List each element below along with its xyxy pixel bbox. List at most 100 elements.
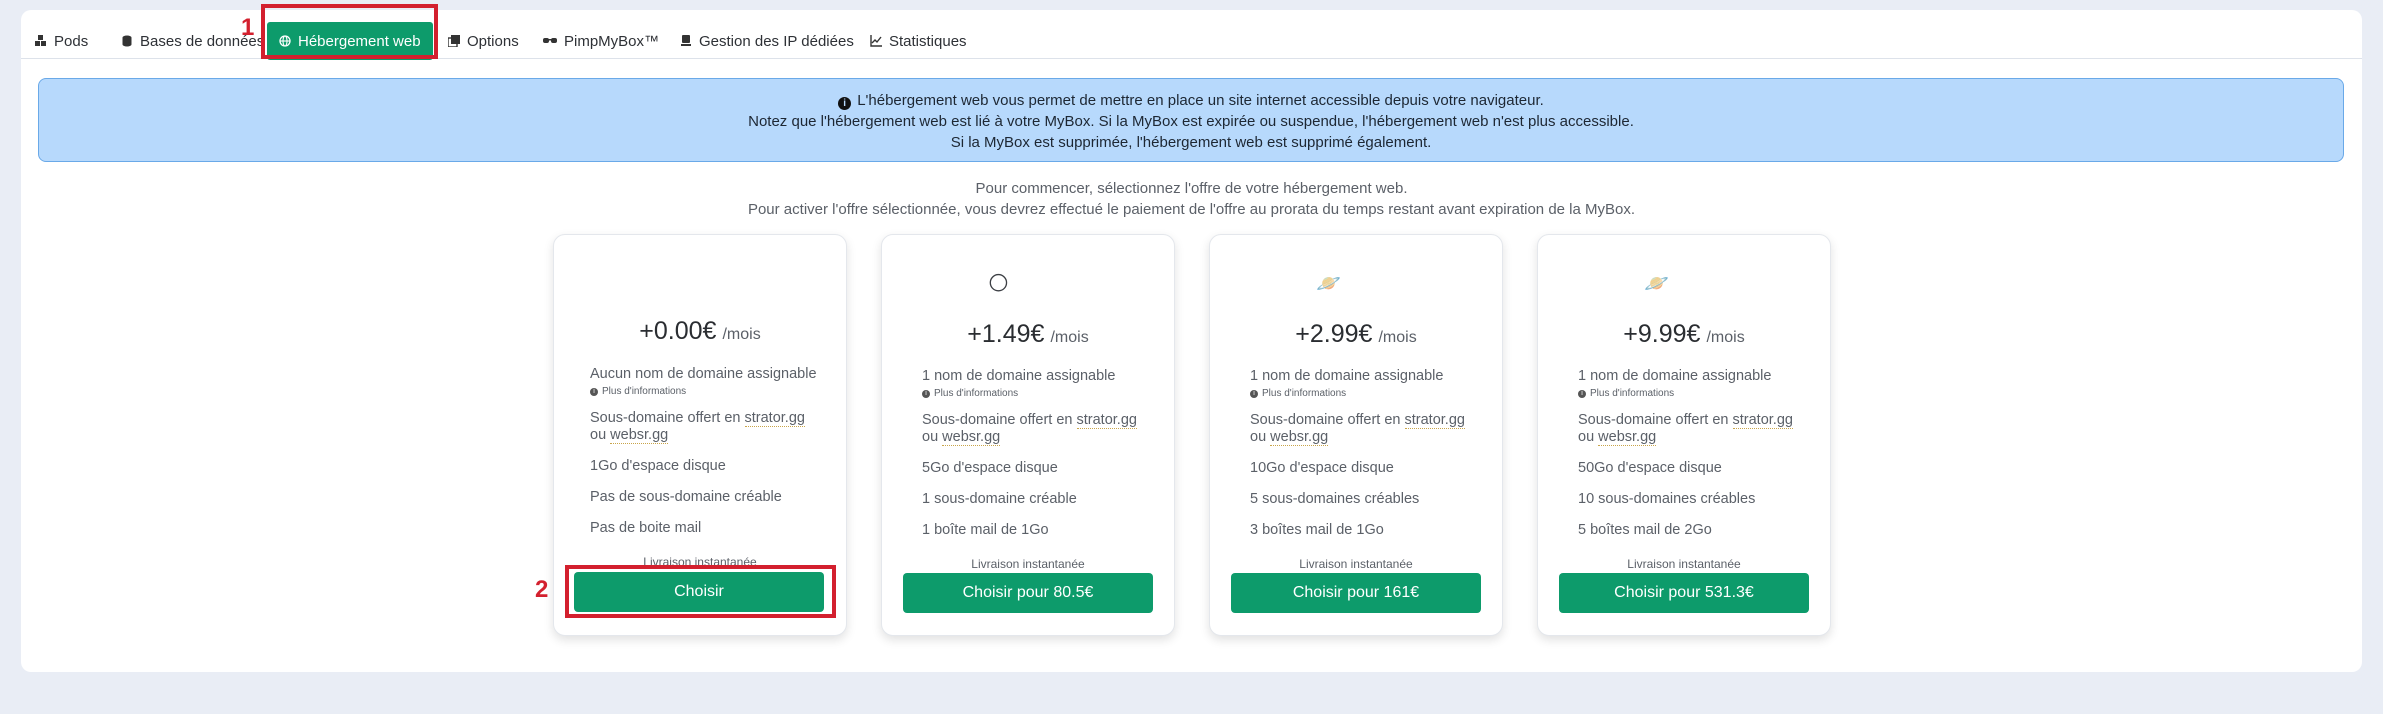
subdomain-websr: websr.gg — [1598, 429, 1657, 446]
info-line-3: Si la MyBox est supprimée, l'hébergement… — [950, 134, 1432, 151]
subdomain-strator: strator.gg — [1404, 412, 1465, 429]
annotation-number-2: 2 — [535, 576, 549, 603]
subdomain-text: Sous-domaine offert en — [590, 410, 745, 426]
feature-subdomain-offer: Sous-domaine offert en strator.gg ou webs… — [1250, 412, 1490, 446]
price-amount: +9.99€ — [1623, 320, 1701, 348]
info-icon: i — [838, 97, 852, 110]
feature-mail: Pas de boite mail — [590, 520, 702, 536]
price-period: /mois — [722, 326, 761, 343]
price-amount: +0.00€ — [639, 317, 717, 345]
tab-statistiques-label: Statistiques — [889, 32, 967, 50]
info-line-2: Notez que l'hébergement web est lié à vo… — [748, 113, 1634, 130]
choose-button[interactable]: Choisir pour 531.3€ — [1559, 573, 1809, 613]
feature-disk: 50Go d'espace disque — [1578, 460, 1722, 476]
more-info-label: Plus d'informations — [934, 388, 1019, 399]
feature-subdomain-offer: Sous-domaine offert en strator.gg ou webs… — [922, 412, 1162, 446]
options-icon — [448, 35, 460, 47]
plan-card-galaxy: 🪐 +9.99€ /mois 1 nom de domaine assignabl… — [1537, 234, 1831, 636]
tab-gestion-ip-label: Gestion des IP dédiées — [699, 32, 854, 50]
price-period: /mois — [1050, 329, 1089, 346]
plan-price: +0.00€ /mois — [554, 317, 846, 346]
chart-icon — [870, 35, 882, 47]
livraison-text: Livraison instantanée — [971, 557, 1085, 571]
choose-button[interactable]: Choisir pour 161€ — [1231, 573, 1481, 613]
subdomain-text: Sous-domaine offert en — [1578, 412, 1733, 428]
database-icon — [122, 35, 132, 47]
plan-card-planet: 🪐 +2.99€ /mois 1 nom de domaine assignabl… — [1209, 234, 1503, 636]
more-info-link[interactable]: i Plus d'informations — [1250, 388, 1490, 399]
info-icon: i — [1578, 389, 1586, 398]
planet-icon: 🪐 — [1316, 273, 1341, 295]
more-info-label: Plus d'informations — [1262, 388, 1347, 399]
choose-button[interactable]: Choisir pour 80.5€ — [903, 573, 1153, 613]
price-period: /mois — [1378, 329, 1417, 346]
ringed-planet-icon: 🪐 — [1644, 273, 1669, 295]
plan-features: 1 nom de domaine assignable i Plus d'info… — [1250, 368, 1490, 539]
plan-card-moon: 🌕 +1.49€ /mois 1 nom de domaine assignabl… — [881, 234, 1175, 636]
more-info-link[interactable]: i Plus d'informations — [922, 388, 1162, 399]
info-icon: i — [1250, 389, 1258, 398]
feature-disk: 10Go d'espace disque — [1250, 460, 1394, 476]
subdomain-strator: strator.gg — [1732, 412, 1793, 429]
plan-features: Aucun nom de domaine assignable i Plus d'… — [590, 366, 830, 537]
price-amount: +2.99€ — [1295, 320, 1373, 348]
pods-icon — [35, 35, 46, 46]
tab-pods[interactable]: Pods — [35, 23, 88, 59]
plan-features: 1 nom de domaine assignable i Plus d'info… — [922, 368, 1162, 539]
tab-pods-label: Pods — [54, 32, 89, 50]
plan-features: 1 nom de domaine assignable i Plus d'info… — [1578, 368, 1818, 539]
subdomain-text: Sous-domaine offert en — [922, 412, 1077, 428]
annotation-box-1 — [261, 4, 438, 59]
info-icon: i — [590, 387, 598, 396]
feature-domain: Aucun nom de domaine assignable — [590, 366, 817, 382]
subdomain-or: ou — [1578, 429, 1599, 445]
subdomain-strator: strator.gg — [744, 410, 805, 427]
more-info-link[interactable]: i Plus d'informations — [590, 386, 830, 397]
livraison-text: Livraison instantanée — [1299, 557, 1413, 571]
subdomain-websr: websr.gg — [942, 429, 1001, 446]
annotation-box-2 — [565, 565, 836, 618]
feature-subdomains: 5 sous-domaines créables — [1250, 491, 1420, 507]
feature-disk: 1Go d'espace disque — [590, 458, 726, 474]
more-info-link[interactable]: i Plus d'informations — [1578, 388, 1818, 399]
feature-domain: 1 nom de domaine assignable — [922, 368, 1116, 384]
subdomain-or: ou — [922, 429, 943, 445]
moon-icon: 🌕 — [988, 273, 1009, 295]
subdomain-strator: strator.gg — [1076, 412, 1137, 429]
feature-mail: 3 boîtes mail de 1Go — [1250, 522, 1384, 538]
feature-subdomain-offer: Sous-domaine offert en strator.gg ou webs… — [590, 410, 830, 444]
feature-mail: 1 boîte mail de 1Go — [922, 522, 1049, 538]
feature-mail: 5 boîtes mail de 2Go — [1578, 522, 1712, 538]
plan-price: +1.49€ /mois — [882, 320, 1174, 349]
info-banner: i L'hébergement web vous permet de mettre… — [38, 78, 2344, 162]
tab-options[interactable]: Options — [448, 23, 519, 59]
subdomain-or: ou — [590, 427, 611, 443]
tab-options-label: Options — [467, 32, 519, 50]
feature-subdomains: 1 sous-domaine créable — [922, 491, 1077, 507]
feature-subdomains: 10 sous-domaines créables — [1578, 491, 1756, 507]
tab-gestion-ip[interactable]: Gestion des IP dédiées — [680, 23, 854, 59]
livraison-text: Livraison instantanée — [1627, 557, 1741, 571]
feature-disk: 5Go d'espace disque — [922, 460, 1058, 476]
feature-subdomains: Pas de sous-domaine créable — [590, 489, 782, 505]
glasses-icon — [543, 38, 557, 43]
intro-line-2: Pour activer l'offre sélectionnée, vous … — [747, 201, 1636, 218]
price-period: /mois — [1706, 329, 1745, 346]
info-line-1: i L'hébergement web vous permet de mettre… — [39, 90, 2343, 111]
subdomain-websr: websr.gg — [610, 427, 669, 444]
tab-pimpmybox[interactable]: PimpMyBox™ — [543, 23, 659, 59]
feature-domain: 1 nom de domaine assignable — [1250, 368, 1444, 384]
subdomain-websr: websr.gg — [1270, 429, 1329, 446]
more-info-label: Plus d'informations — [1590, 388, 1675, 399]
info-icon: i — [922, 389, 930, 398]
intro-line-1: Pour commencer, sélectionnez l'offre de … — [975, 180, 1408, 197]
price-amount: +1.49€ — [967, 320, 1045, 348]
more-info-label: Plus d'informations — [602, 386, 687, 397]
feature-subdomain-offer: Sous-domaine offert en strator.gg ou webs… — [1578, 412, 1818, 446]
info-line-1-text: L'hébergement web vous permet de mettre … — [857, 92, 1544, 109]
subdomain-text: Sous-domaine offert en — [1250, 412, 1405, 428]
tab-statistiques[interactable]: Statistiques — [870, 23, 967, 59]
intro-text: Pour commencer, sélectionnez l'offre de … — [0, 178, 2383, 220]
plan-price: +9.99€ /mois — [1538, 320, 1830, 349]
plan-price: +2.99€ /mois — [1210, 320, 1502, 349]
